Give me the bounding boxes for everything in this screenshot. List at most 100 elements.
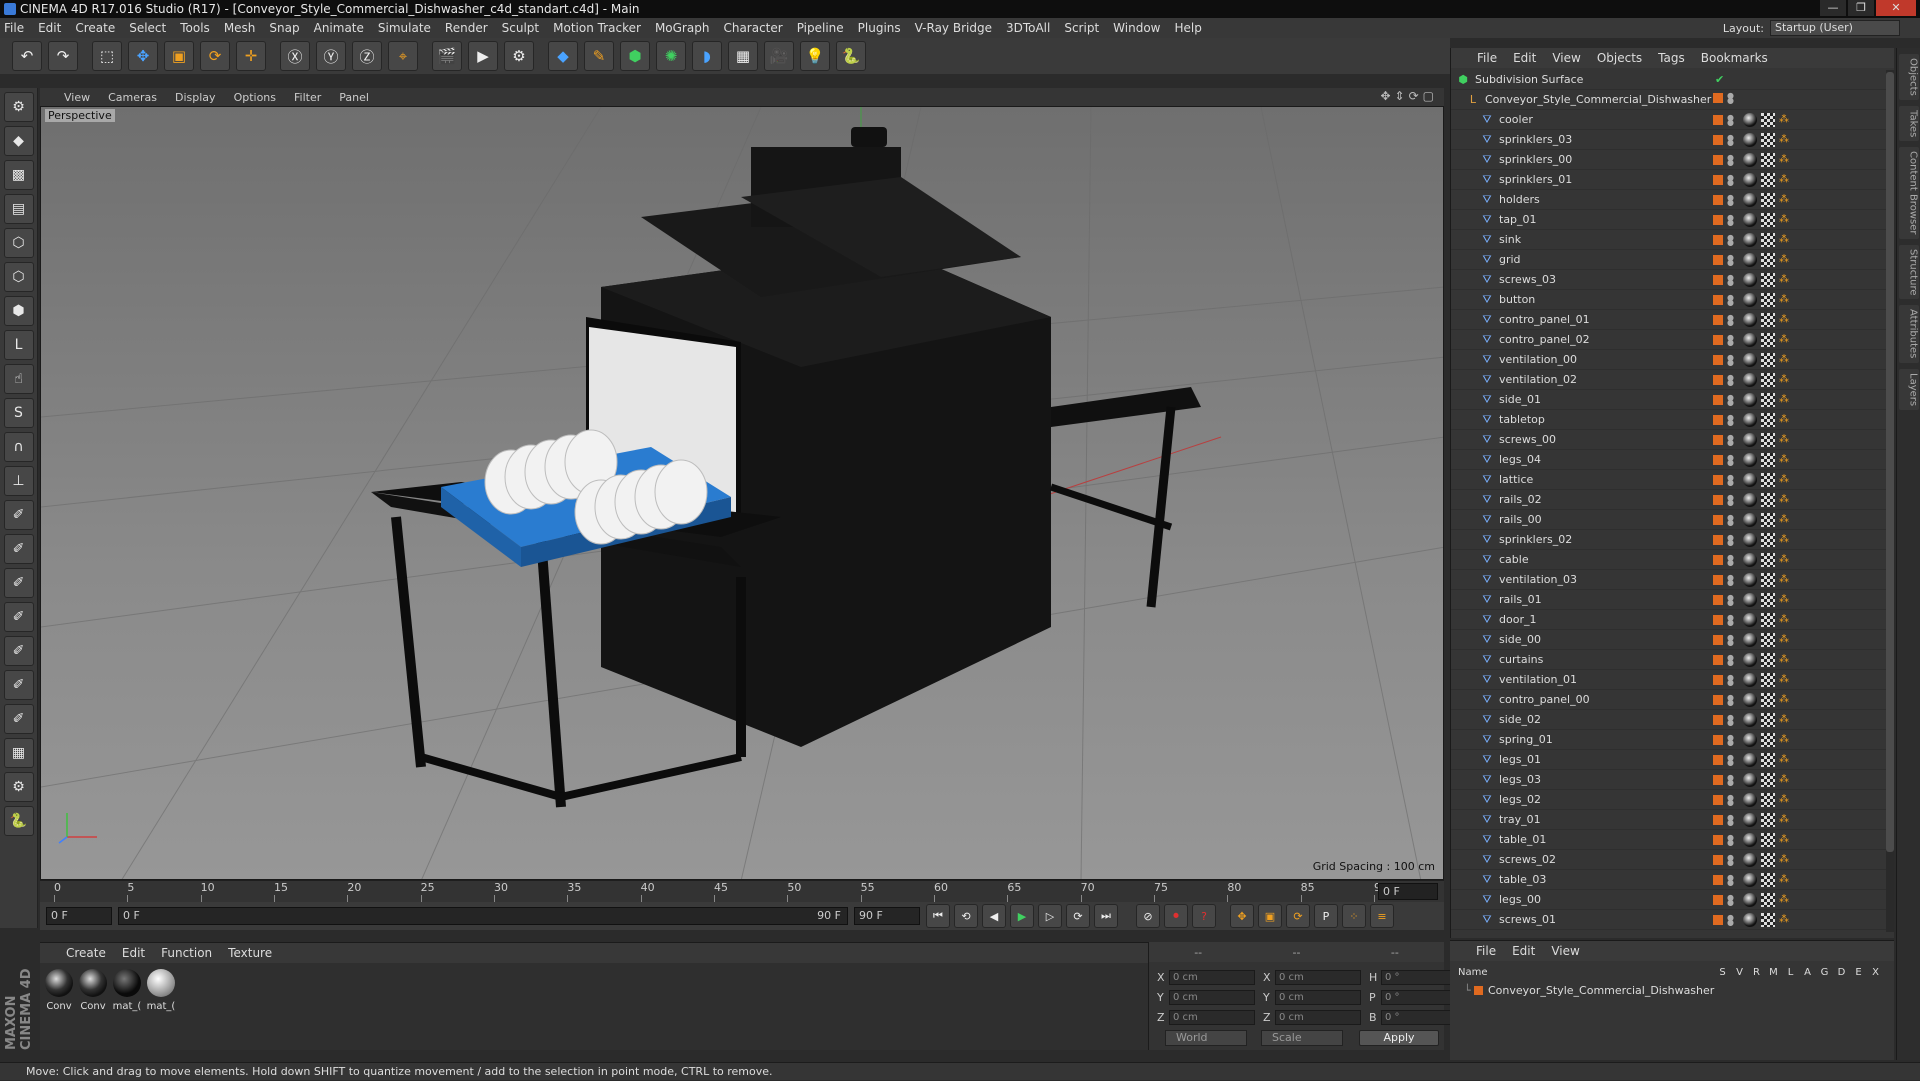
material-tag-icon[interactable] xyxy=(1743,833,1757,847)
phong-tag-icon[interactable]: ⁂ xyxy=(1779,714,1791,726)
viewport-nav-icons[interactable]: ✥⇕⟳▢ xyxy=(1380,89,1438,103)
material-tag-icon[interactable] xyxy=(1743,913,1757,927)
texture-mode-icon[interactable]: ▩ xyxy=(3,160,34,190)
layout-dropdown[interactable]: Startup (User) xyxy=(1770,20,1900,36)
texture-tag-icon[interactable] xyxy=(1761,413,1775,427)
texture-tag-icon[interactable] xyxy=(1761,113,1775,127)
phong-tag-icon[interactable]: ⁂ xyxy=(1779,694,1791,706)
phong-tag-icon[interactable]: ⁂ xyxy=(1779,194,1791,206)
material-tag-icon[interactable] xyxy=(1743,893,1757,907)
play-icon[interactable]: ▶ xyxy=(1010,904,1034,928)
phong-tag-icon[interactable]: ⁂ xyxy=(1779,354,1791,366)
close-button[interactable]: ✕ xyxy=(1876,0,1916,16)
object-row[interactable]: ⛛ holders ● ● ⁂ xyxy=(1451,190,1891,210)
layer-menu-file[interactable]: File xyxy=(1476,944,1496,958)
go-to-end-icon[interactable]: ⏭ xyxy=(1094,904,1118,928)
layer-col-e[interactable]: E xyxy=(1850,967,1867,978)
menu-mograph[interactable]: MoGraph xyxy=(655,21,710,35)
material-tag-icon[interactable] xyxy=(1743,673,1757,687)
material-tag-icon[interactable] xyxy=(1743,313,1757,327)
visibility-dots-icon[interactable]: ● ● xyxy=(1727,474,1734,487)
visibility-dots-icon[interactable]: ● ● xyxy=(1727,254,1734,267)
phong-tag-icon[interactable]: ⁂ xyxy=(1779,774,1791,786)
phong-tag-icon[interactable]: ⁂ xyxy=(1779,414,1791,426)
phong-tag-icon[interactable]: ⁂ xyxy=(1779,454,1791,466)
axis-icon[interactable]: ⊥ xyxy=(3,466,34,496)
timeline-ruler[interactable]: 051015202530354045505560657075808590 0 F xyxy=(40,880,1444,903)
material-item[interactable]: Conv xyxy=(78,969,108,1012)
coord-scale-dropdown[interactable]: Scale xyxy=(1261,1030,1343,1046)
x-axis-icon[interactable]: Ⓧ xyxy=(280,41,310,71)
coord-field[interactable]: 0 cm xyxy=(1275,990,1361,1005)
visibility-dots-icon[interactable]: ● ● xyxy=(1727,914,1734,927)
object-group-row[interactable]: L Conveyor_Style_Commercial_Dishwasher ● ● xyxy=(1451,90,1891,110)
coord-field[interactable]: 0 cm xyxy=(1169,990,1255,1005)
coord-field[interactable]: 0 cm xyxy=(1169,970,1255,985)
object-row[interactable]: ⛛ rails_00 ● ● ⁂ xyxy=(1451,510,1891,530)
key-parameter-icon[interactable]: P xyxy=(1314,904,1338,928)
material-tag-icon[interactable] xyxy=(1743,793,1757,807)
texture-tag-icon[interactable] xyxy=(1761,293,1775,307)
object-row[interactable]: ⛛ sink ● ● ⁂ xyxy=(1451,230,1891,250)
timeline-menu-icon[interactable]: ≡ xyxy=(1370,904,1394,928)
object-row[interactable]: ⛛ lattice ● ● ⁂ xyxy=(1451,470,1891,490)
texture-tag-icon[interactable] xyxy=(1761,153,1775,167)
material-tag-icon[interactable] xyxy=(1743,713,1757,727)
object-row[interactable]: ⛛ sprinklers_01 ● ● ⁂ xyxy=(1451,170,1891,190)
object-menu-objects[interactable]: Objects xyxy=(1597,51,1642,65)
object-row[interactable]: ⛛ side_02 ● ● ⁂ xyxy=(1451,710,1891,730)
menu-select[interactable]: Select xyxy=(129,21,166,35)
coord-system-dropdown[interactable]: World xyxy=(1165,1030,1247,1046)
menu-script[interactable]: Script xyxy=(1064,21,1099,35)
visibility-dots-icon[interactable]: ● ● xyxy=(1727,594,1734,607)
current-frame-field[interactable]: 0 F xyxy=(1378,883,1438,900)
texture-tag-icon[interactable] xyxy=(1761,473,1775,487)
python-script-icon[interactable]: 🐍 xyxy=(3,806,34,836)
material-tag-icon[interactable] xyxy=(1743,233,1757,247)
texture-tag-icon[interactable] xyxy=(1761,373,1775,387)
grid-lock-icon[interactable]: ▦ xyxy=(3,738,34,768)
visibility-dots-icon[interactable]: ● ● xyxy=(1727,214,1734,227)
texture-tag-icon[interactable] xyxy=(1761,693,1775,707)
texture-tag-icon[interactable] xyxy=(1761,273,1775,287)
material-tag-icon[interactable] xyxy=(1743,473,1757,487)
polygons-mode-icon[interactable]: ⬢ xyxy=(3,296,34,326)
object-row[interactable]: ⛛ screws_00 ● ● ⁂ xyxy=(1451,430,1891,450)
visibility-dots-icon[interactable]: ● ● xyxy=(1727,774,1734,787)
object-menu-edit[interactable]: Edit xyxy=(1513,51,1536,65)
minimize-button[interactable]: — xyxy=(1820,0,1846,16)
camera-icon[interactable]: 🎥 xyxy=(764,41,794,71)
visibility-dots-icon[interactable]: ● ● xyxy=(1727,334,1734,347)
layer-col-m[interactable]: M xyxy=(1765,967,1782,978)
visibility-dots-icon[interactable]: ● ● xyxy=(1727,174,1734,187)
python-icon[interactable]: 🐍 xyxy=(836,41,866,71)
phong-tag-icon[interactable]: ⁂ xyxy=(1779,594,1791,606)
material-tag-icon[interactable] xyxy=(1743,653,1757,667)
material-tag-icon[interactable] xyxy=(1743,133,1757,147)
phong-tag-icon[interactable]: ⁂ xyxy=(1779,654,1791,666)
object-row[interactable]: ⛛ contro_panel_01 ● ● ⁂ xyxy=(1451,310,1891,330)
visibility-dots-icon[interactable]: ● ● xyxy=(1727,714,1734,727)
phong-tag-icon[interactable]: ⁂ xyxy=(1779,674,1791,686)
texture-tag-icon[interactable] xyxy=(1761,353,1775,367)
object-row[interactable]: ⛛ side_00 ● ● ⁂ xyxy=(1451,630,1891,650)
visibility-dots-icon[interactable]: ● ● xyxy=(1727,134,1734,147)
object-menu-file[interactable]: File xyxy=(1477,51,1497,65)
phong-tag-icon[interactable]: ⁂ xyxy=(1779,254,1791,266)
object-row[interactable]: ⛛ table_01 ● ● ⁂ xyxy=(1451,830,1891,850)
visibility-dots-icon[interactable]: ● ● xyxy=(1727,154,1734,167)
texture-tag-icon[interactable] xyxy=(1761,853,1775,867)
render-view-icon[interactable]: 🎬 xyxy=(432,41,462,71)
magnet-icon[interactable]: ∩ xyxy=(3,432,34,462)
object-row[interactable]: ⛛ legs_00 ● ● ⁂ xyxy=(1451,890,1891,910)
material-tag-icon[interactable] xyxy=(1743,753,1757,767)
visibility-dots-icon[interactable]: ● ● xyxy=(1727,654,1734,667)
menu-tools[interactable]: Tools xyxy=(180,21,210,35)
phong-tag-icon[interactable]: ⁂ xyxy=(1779,574,1791,586)
phong-tag-icon[interactable]: ⁂ xyxy=(1779,474,1791,486)
phong-tag-icon[interactable]: ⁂ xyxy=(1779,514,1791,526)
visibility-dots-icon[interactable]: ● ● xyxy=(1727,294,1734,307)
visibility-dots-icon[interactable]: ● ● xyxy=(1727,554,1734,567)
object-row[interactable]: ⛛ ventilation_01 ● ● ⁂ xyxy=(1451,670,1891,690)
layer-col-s[interactable]: S xyxy=(1714,967,1731,978)
